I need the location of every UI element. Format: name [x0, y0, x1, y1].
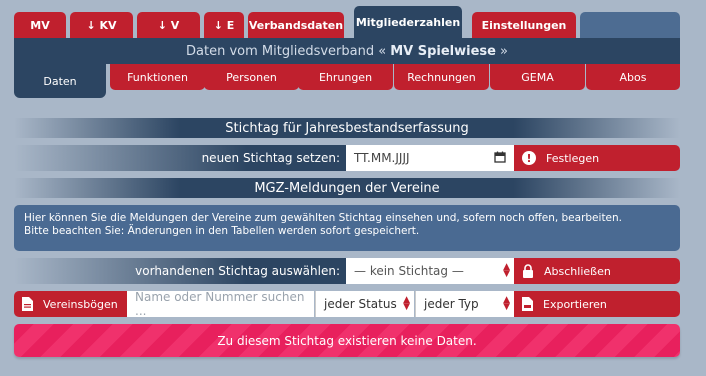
association-bar-suffix: »: [499, 43, 508, 59]
festlegen-button[interactable]: ! Festlegen: [514, 145, 680, 171]
tab-mitgliederzahlen[interactable]: Mitgliederzahlen: [354, 6, 462, 38]
stichtag-date-input[interactable]: TT.MM.JJJJ: [346, 145, 514, 171]
info-line-2: Bitte beachten Sie: Änderungen in den Ta…: [24, 225, 420, 237]
exclamation-icon: !: [522, 151, 536, 165]
status-arrows-icon: ▲ ▼: [403, 295, 410, 312]
calendar-icon[interactable]: [494, 151, 506, 166]
stichtag-select[interactable]: — kein Stichtag — ▲ ▼: [346, 258, 514, 284]
tab-blank: [580, 12, 680, 38]
tab-mv[interactable]: MV: [14, 12, 66, 38]
info-box: Hier können Sie die Meldungen der Verein…: [14, 205, 680, 251]
subtab-personen[interactable]: Personen: [204, 64, 299, 90]
subtab-ehrungen[interactable]: Ehrungen: [298, 64, 393, 90]
date-placeholder: TT.MM.JJJJ: [354, 151, 410, 165]
vereinsboegen-button[interactable]: Vereinsbögen: [14, 291, 127, 317]
csv-file-icon: [522, 297, 533, 311]
no-data-alert: Zu diesem Stichtag existieren keine Date…: [14, 324, 680, 357]
search-input[interactable]: Name oder Nummer suchen ...: [127, 290, 314, 318]
status-select-value: jeder Status: [324, 297, 397, 311]
association-name: MV Spielwiese: [390, 43, 496, 59]
abschliessen-label: Abschließen: [544, 264, 611, 278]
tab-verbandsdaten[interactable]: Verbandsdaten: [248, 12, 344, 38]
stichtag-heading: Stichtag für Jahresbestandserfassung: [14, 118, 680, 138]
festlegen-label: Festlegen: [546, 151, 600, 165]
vereinsboegen-label: Vereinsbögen: [43, 297, 118, 311]
tab-einstellungen[interactable]: Einstellungen: [472, 12, 576, 38]
subtab-rechnungen[interactable]: Rechnungen: [394, 64, 489, 90]
search-placeholder: Name oder Nummer suchen ...: [135, 290, 305, 318]
tab-v[interactable]: ↓ V: [137, 12, 200, 38]
info-line-1: Hier können Sie die Meldungen der Verein…: [24, 212, 623, 224]
no-data-message: Zu diesem Stichtag existieren keine Date…: [217, 333, 477, 348]
association-bar: Daten vom Mitgliedsverband « MV Spielwie…: [14, 38, 680, 64]
meldungen-heading: MGZ-Meldungen der Vereine: [14, 178, 680, 198]
typ-arrows-icon: ▲ ▼: [503, 295, 510, 312]
new-stichtag-label: neuen Stichtag setzen:: [14, 145, 346, 171]
subtab-daten[interactable]: Daten: [14, 64, 106, 98]
tab-e[interactable]: ↓ E: [204, 12, 244, 38]
select-arrows-icon: ▲ ▼: [503, 262, 510, 279]
exportieren-button[interactable]: Exportieren: [514, 291, 680, 317]
typ-select-value: jeder Typ: [424, 297, 479, 311]
typ-select[interactable]: jeder Typ ▲ ▼: [415, 291, 514, 317]
subtab-gema[interactable]: GEMA: [490, 64, 585, 90]
tab-kv[interactable]: ↓ KV: [70, 12, 133, 38]
abschliessen-button[interactable]: Abschließen: [514, 258, 680, 284]
select-stichtag-label: vorhandenen Stichtag auswählen:: [14, 258, 346, 284]
stichtag-select-value: — kein Stichtag —: [354, 264, 464, 278]
association-bar-prefix: Daten vom Mitgliedsverband «: [186, 43, 387, 59]
subtab-abos[interactable]: Abos: [586, 64, 680, 90]
exportieren-label: Exportieren: [543, 297, 607, 311]
status-select[interactable]: jeder Status ▲ ▼: [315, 291, 414, 317]
pdf-file-icon: [22, 297, 33, 311]
lock-icon: [522, 264, 534, 278]
subtab-funktionen[interactable]: Funktionen: [110, 64, 205, 90]
